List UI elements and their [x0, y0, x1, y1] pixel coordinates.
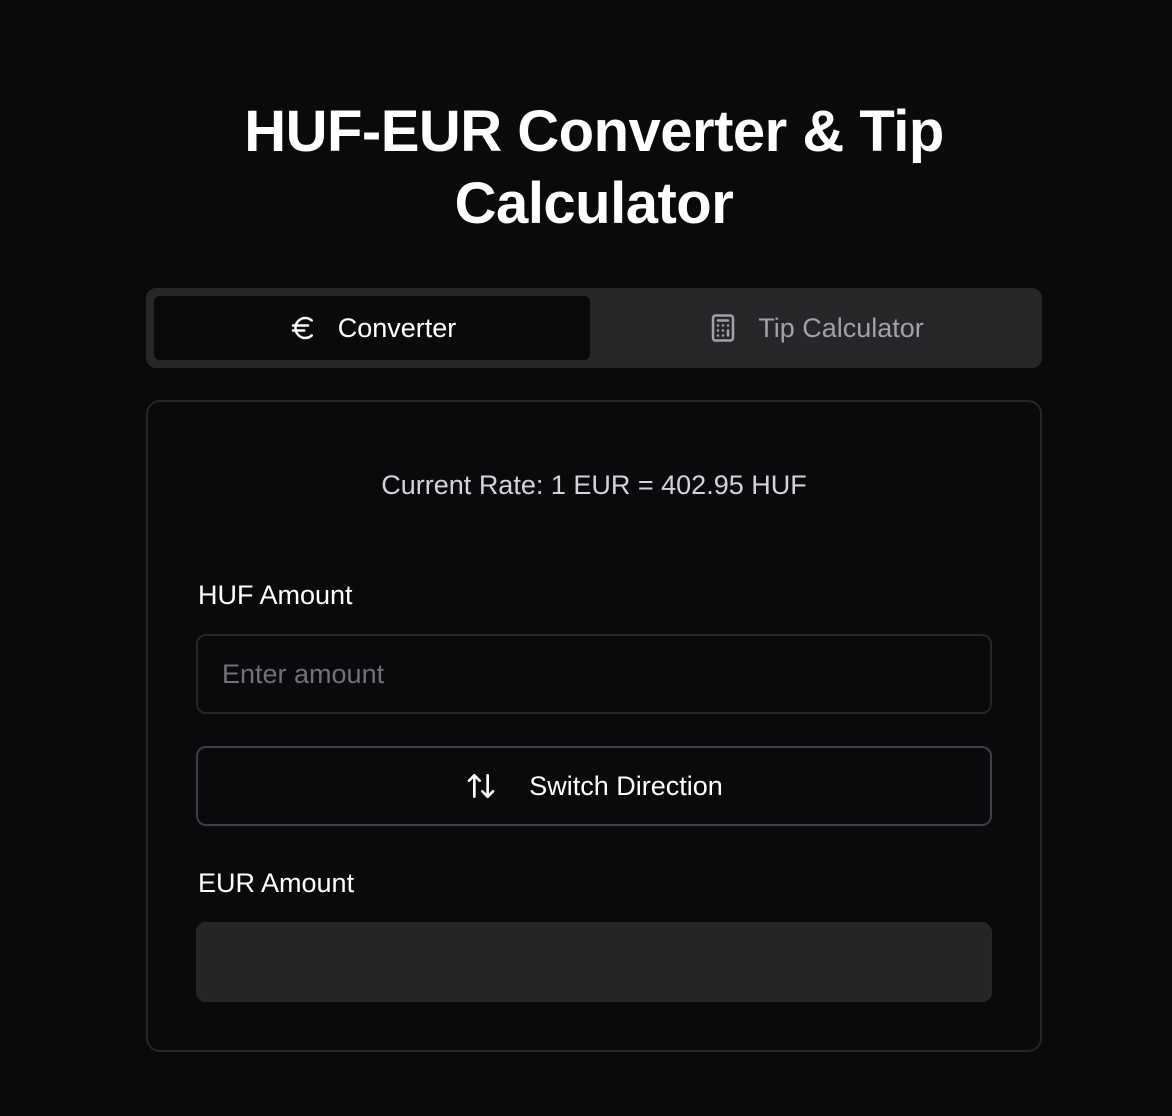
eur-amount-label: EUR Amount	[198, 868, 355, 898]
tab-tip-calculator-label: Tip Calculator	[758, 312, 924, 343]
tab-bar: Converter Tip Calculator	[146, 288, 1042, 368]
switch-direction-label: Switch Direction	[529, 770, 723, 801]
arrows-up-down-icon	[465, 770, 497, 802]
converter-card: Current Rate: 1 EUR = 402.95 HUF HUF Amo…	[146, 400, 1042, 1052]
eur-amount-output[interactable]	[196, 922, 992, 1002]
euro-icon	[288, 313, 318, 343]
tab-converter[interactable]: Converter	[154, 296, 590, 360]
huf-amount-label: HUF Amount	[198, 580, 353, 610]
tab-tip-calculator[interactable]: Tip Calculator	[598, 296, 1034, 360]
converter-page: HUF-EUR Converter & Tip Calculator Conve…	[0, 0, 1172, 1116]
current-rate-text: Current Rate: 1 EUR = 402.95 HUF	[381, 470, 807, 500]
switch-direction-button[interactable]: Switch Direction	[196, 746, 992, 826]
huf-amount-input[interactable]	[196, 634, 992, 714]
calculator-icon	[708, 313, 738, 343]
tab-converter-label: Converter	[337, 312, 457, 343]
page-title: HUF-EUR Converter & Tip Calculator	[244, 99, 944, 236]
